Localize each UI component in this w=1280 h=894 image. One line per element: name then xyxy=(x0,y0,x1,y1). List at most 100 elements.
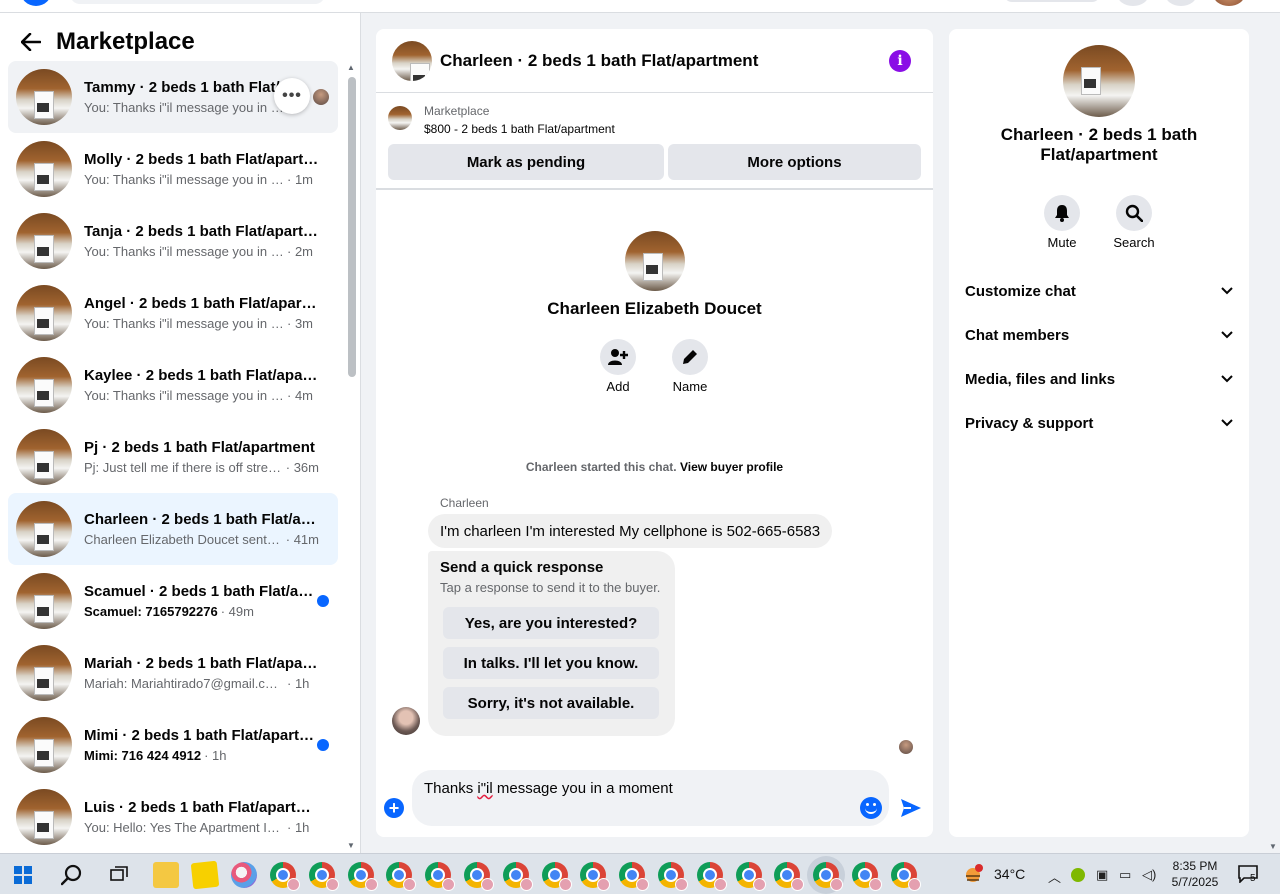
scrollbar-thumb[interactable] xyxy=(348,77,356,377)
chrome-icon[interactable] xyxy=(658,862,688,891)
emoji-icon[interactable] xyxy=(860,797,882,819)
notifications-icon[interactable] xyxy=(1165,0,1197,6)
quick-reply-not-available[interactable]: Sorry, it's not available. xyxy=(443,687,659,719)
windows-start-icon[interactable] xyxy=(14,866,32,884)
customize-chat-section[interactable]: Customize chat xyxy=(965,279,1233,303)
scroll-down-icon[interactable]: ▼ xyxy=(347,841,355,850)
details-listing-thumbnail[interactable] xyxy=(1063,45,1135,117)
more-options-button[interactable]: More options xyxy=(668,144,921,180)
search-label: Search xyxy=(1113,235,1155,250)
menu-icon[interactable] xyxy=(1117,0,1149,6)
media-files-links-section[interactable]: Media, files and links xyxy=(965,367,1233,391)
search-icon[interactable] xyxy=(1116,195,1152,231)
message-input[interactable]: Thanks i"il message you in a moment xyxy=(412,770,889,826)
chrome-icon[interactable] xyxy=(580,862,611,891)
chrome-icon[interactable] xyxy=(619,862,650,891)
temperature-readout[interactable]: 34°C xyxy=(994,866,1025,882)
pencil-icon[interactable] xyxy=(672,339,708,375)
chat-panel: Charleen · 2 beds 1 bath Flat/apartment … xyxy=(376,29,933,837)
conversation-item[interactable]: Kaylee · 2 beds 1 bath Flat/apart… You: T… xyxy=(8,349,338,421)
chrome-icon[interactable] xyxy=(502,862,533,891)
paint-app-icon[interactable] xyxy=(231,862,257,888)
view-buyer-profile-link[interactable]: View buyer profile xyxy=(680,460,783,474)
chrome-icon[interactable] xyxy=(386,862,417,891)
sticky-notes-icon[interactable] xyxy=(190,860,220,890)
chrome-icon[interactable] xyxy=(813,862,844,891)
info-icon[interactable]: i xyxy=(889,50,911,72)
conversation-item[interactable]: Tanja · 2 beds 1 bath Flat/apart… You: Th… xyxy=(8,205,338,277)
file-explorer-icon[interactable] xyxy=(153,862,179,888)
sidebar-scrollbar[interactable]: ▲ ▼ xyxy=(345,63,359,853)
meet-now-icon[interactable]: ▣ xyxy=(1096,867,1108,883)
chrome-icon[interactable] xyxy=(270,862,300,891)
chrome-icon[interactable] xyxy=(347,862,378,891)
page-scrollbar[interactable]: ▼ xyxy=(1266,13,1280,853)
conversation-name: Pj · 2 beds 1 bath Flat/apartment xyxy=(84,438,315,456)
show-hidden-icons[interactable]: ︿ xyxy=(1048,867,1061,886)
message-bubble[interactable]: I'm charleen I'm interested My cellphone… xyxy=(428,514,833,548)
conversation-item[interactable]: Scamuel · 2 beds 1 bath Flat/a… Scamuel: … xyxy=(8,565,338,637)
chrome-icon[interactable] xyxy=(735,862,766,891)
chrome-icon[interactable] xyxy=(890,862,921,891)
chrome-icon[interactable] xyxy=(541,862,572,891)
chrome-icon[interactable] xyxy=(696,862,727,891)
conversation-preview: You: Thanks i"il message you in a … xyxy=(84,315,284,331)
top-nav-button[interactable] xyxy=(1004,0,1100,2)
listing-thumbnail xyxy=(16,141,72,197)
back-arrow-icon[interactable] xyxy=(16,27,46,57)
conversation-item[interactable]: Angel · 2 beds 1 bath Flat/apart… You: Th… xyxy=(8,277,338,349)
facebook-logo[interactable] xyxy=(20,0,52,6)
conversation-item[interactable]: Charleen · 2 beds 1 bath Flat/ap… Charlee… xyxy=(8,493,338,565)
mute-action[interactable]: Mute xyxy=(1032,195,1092,250)
quick-reply-yes[interactable]: Yes, are you interested? xyxy=(443,607,659,639)
tray-app-icon[interactable] xyxy=(1071,868,1085,882)
chat-title[interactable]: Charleen · 2 beds 1 bath Flat/apartment xyxy=(440,51,758,71)
volume-icon[interactable]: ◁) xyxy=(1142,867,1156,883)
chrome-icon[interactable] xyxy=(308,862,339,891)
network-icon[interactable]: ▭ xyxy=(1119,867,1131,883)
chrome-icon[interactable] xyxy=(852,862,882,891)
listing-thumbnail[interactable] xyxy=(392,40,432,81)
add-person-icon[interactable] xyxy=(600,339,636,375)
conversation-item[interactable]: Mimi · 2 beds 1 bath Flat/apart… Mimi: 71… xyxy=(8,709,338,781)
taskbar-search-icon[interactable] xyxy=(61,864,83,886)
conversation-text: Tanja · 2 beds 1 bath Flat/apart… You: Th… xyxy=(84,222,319,261)
conversation-item[interactable]: Pj · 2 beds 1 bath Flat/apartment Pj: Jus… xyxy=(8,421,338,493)
privacy-support-section[interactable]: Privacy & support xyxy=(965,411,1233,435)
chrome-icon[interactable] xyxy=(774,862,805,891)
send-icon[interactable] xyxy=(900,798,922,818)
conversation-item[interactable]: Molly · 2 beds 1 bath Flat/apart… You: Th… xyxy=(8,133,338,205)
plus-icon[interactable]: + xyxy=(384,798,404,818)
conversation-item[interactable]: Tammy · 2 beds 1 bath Flat/a… You: Thanks… xyxy=(8,61,338,133)
quick-reply-in-talks[interactable]: In talks. I'll let you know. xyxy=(443,647,659,679)
more-options-icon[interactable]: ••• xyxy=(274,78,310,114)
conversation-preview: You: Hello: Yes The Apartment Is Sti… xyxy=(84,819,284,835)
conversation-text: Molly · 2 beds 1 bath Flat/apart… You: Th… xyxy=(84,150,319,189)
chat-members-section[interactable]: Chat members xyxy=(965,323,1233,347)
scroll-up-icon[interactable]: ▲ xyxy=(347,63,355,72)
sender-name: Charleen xyxy=(440,496,489,510)
conversation-time: · 41m xyxy=(285,531,319,547)
listing-small-thumbnail[interactable] xyxy=(388,106,412,130)
search-action[interactable]: Search xyxy=(1104,195,1164,250)
conversation-item[interactable]: Mariah · 2 beds 1 bath Flat/apart… Mariah… xyxy=(8,637,338,709)
section-label: Chat members xyxy=(965,326,1070,344)
name-action[interactable]: Name xyxy=(660,339,720,394)
chrome-profile-badge xyxy=(597,878,611,891)
conversation-sidebar: Marketplace Tammy · 2 beds 1 bath Flat/a… xyxy=(0,13,361,853)
listing-price[interactable]: $800 - 2 beds 1 bath Flat/apartment xyxy=(424,122,615,136)
search-bar[interactable] xyxy=(70,0,325,4)
weather-icon[interactable] xyxy=(962,864,984,886)
profile-avatar[interactable] xyxy=(1213,0,1245,6)
sender-avatar[interactable] xyxy=(392,707,420,735)
message-input-text[interactable]: Thanks i"il message you in a moment xyxy=(424,780,673,797)
system-clock[interactable]: 8:35 PM 5/7/2025 xyxy=(1168,858,1222,890)
conversation-item[interactable]: Luis · 2 beds 1 bath Flat/apartme… You: H… xyxy=(8,781,338,853)
add-action[interactable]: Add xyxy=(588,339,648,394)
mark-as-pending-button[interactable]: Mark as pending xyxy=(388,144,664,180)
page-scroll-down-icon[interactable]: ▼ xyxy=(1269,842,1277,851)
bell-icon[interactable] xyxy=(1044,195,1080,231)
chrome-icon[interactable] xyxy=(425,862,456,891)
chrome-icon[interactable] xyxy=(464,862,494,891)
task-view-icon[interactable] xyxy=(110,866,128,884)
